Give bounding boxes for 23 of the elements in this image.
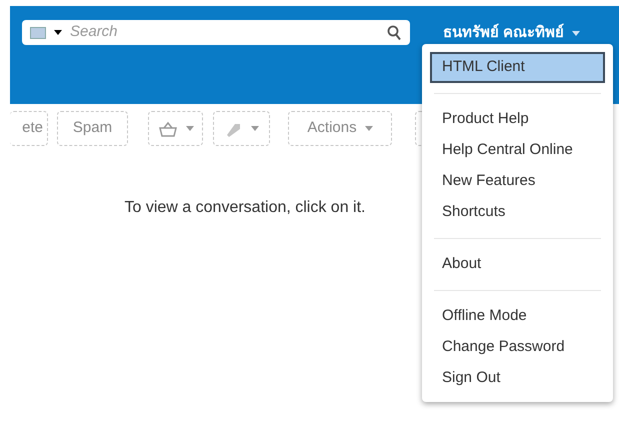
caret-icon [250, 126, 258, 131]
menu-item[interactable]: Change Password [430, 332, 605, 363]
mail-icon [30, 26, 46, 38]
caret-icon [572, 30, 580, 36]
menu-item[interactable]: New Features [430, 166, 605, 197]
menu-item[interactable]: Sign Out [430, 363, 605, 394]
basket-icon [158, 120, 178, 136]
menu-item[interactable]: Product Help [430, 104, 605, 135]
menu-item[interactable]: Offline Mode [430, 301, 605, 332]
empty-message: To view a conversation, click on it. [124, 198, 366, 218]
caret-icon [186, 126, 194, 131]
menu-item[interactable]: Shortcuts [430, 197, 605, 228]
basket-dropdown-button[interactable] [148, 111, 203, 146]
user-menu-button[interactable]: ธนทรัพย์ คณะทิพย์ [443, 22, 580, 44]
menu-item[interactable]: Help Central Online [430, 135, 605, 166]
menu-item[interactable]: HTML Client [430, 52, 605, 83]
search-input[interactable]: Search [70, 21, 379, 44]
tag-dropdown-button[interactable] [213, 111, 270, 146]
caret-icon [364, 126, 373, 131]
search-field[interactable]: Search [22, 20, 410, 45]
caret-icon [54, 30, 62, 35]
menu-item[interactable]: About [430, 249, 605, 280]
search-icon[interactable] [387, 24, 402, 40]
